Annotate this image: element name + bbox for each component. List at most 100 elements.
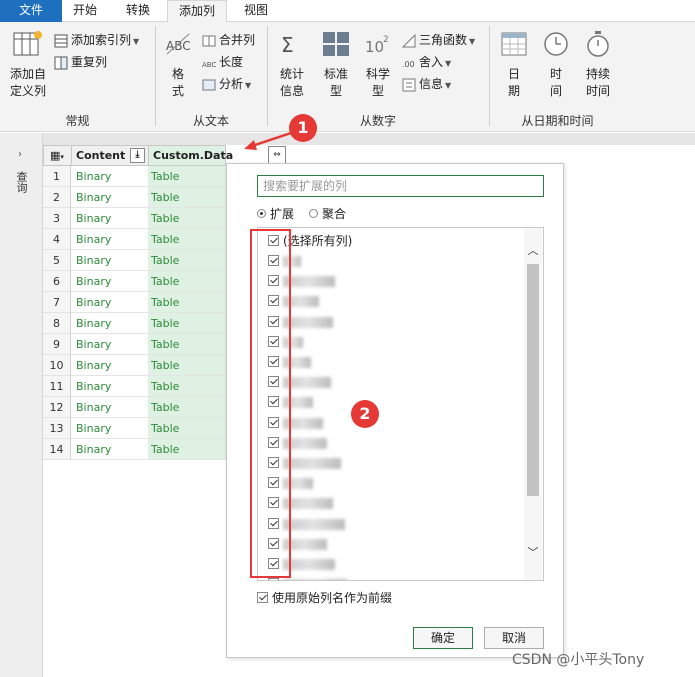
- information-button[interactable]: 信息 ▼: [402, 74, 451, 94]
- column-header-content[interactable]: Content ⤓: [71, 145, 149, 166]
- data-cell[interactable]: Table: [148, 355, 226, 376]
- add-custom-column-button[interactable]: 添加自 定义列: [6, 30, 50, 100]
- checkbox-checked-icon[interactable]: [257, 592, 268, 603]
- group-label-from-datetime: 从日期和时间: [521, 114, 594, 128]
- content-cell[interactable]: Binary: [71, 418, 148, 439]
- data-cell[interactable]: Table: [148, 376, 226, 397]
- content-cell[interactable]: Binary: [71, 397, 148, 418]
- prefix-checkbox-row[interactable]: 使用原始列名作为前缀: [257, 591, 392, 605]
- merge-columns-button[interactable]: 合并列: [202, 30, 255, 50]
- radio-selected-icon: [257, 209, 266, 218]
- parse-button[interactable]: 分析 ▼: [202, 74, 251, 94]
- tab-view[interactable]: 视图: [230, 0, 282, 22]
- table-row[interactable]: 8 Binary Table: [43, 313, 226, 334]
- trigonometry-button[interactable]: 三角函数 ▼: [401, 30, 475, 50]
- table-row[interactable]: 10 Binary Table: [43, 355, 226, 376]
- data-cell[interactable]: Table: [148, 292, 226, 313]
- statistics-button[interactable]: Σ 统计 信息: [272, 30, 312, 100]
- date-button[interactable]: 日 期: [496, 30, 532, 100]
- table-row[interactable]: 12 Binary Table: [43, 397, 226, 418]
- duplicate-column-label: 重复列: [71, 55, 108, 69]
- queries-panel[interactable]: › 查询: [0, 133, 43, 677]
- rounding-label: 舍入: [419, 55, 444, 69]
- group-separator: [489, 26, 490, 126]
- parse-icon: [202, 78, 216, 92]
- time-label: 时 间: [549, 67, 562, 98]
- column-header-label: Custom.Data: [153, 149, 234, 162]
- data-cell[interactable]: Table: [148, 187, 226, 208]
- duration-button[interactable]: 持续 时间: [578, 30, 618, 100]
- data-cell[interactable]: Table: [148, 208, 226, 229]
- table-row[interactable]: 11 Binary Table: [43, 376, 226, 397]
- scientific-button[interactable]: 10 2 科学 型: [360, 30, 396, 100]
- table-row[interactable]: 6 Binary Table: [43, 271, 226, 292]
- radio-unselected-icon: [309, 209, 318, 218]
- table-row[interactable]: 14 Binary Table: [43, 439, 226, 460]
- tab-file[interactable]: 文件: [0, 0, 62, 22]
- table-menu-button[interactable]: ▦▾: [43, 145, 72, 166]
- table-row[interactable]: 9 Binary Table: [43, 334, 226, 355]
- cancel-button[interactable]: 取消: [484, 627, 544, 649]
- data-cell[interactable]: Table: [148, 397, 226, 418]
- data-cell[interactable]: Table: [148, 250, 226, 271]
- content-cell[interactable]: Binary: [71, 229, 148, 250]
- annotation-badge-2: 2: [351, 400, 379, 428]
- aggregate-radio[interactable]: 聚合: [309, 207, 346, 221]
- content-cell[interactable]: Binary: [71, 355, 148, 376]
- data-cell[interactable]: Table: [148, 271, 226, 292]
- row-number: 6: [43, 271, 71, 292]
- content-cell[interactable]: Binary: [71, 166, 148, 187]
- table-row[interactable]: 13 Binary Table: [43, 418, 226, 439]
- length-button[interactable]: ABC 长度: [202, 52, 243, 72]
- column-header-custom-data[interactable]: Custom.Data: [148, 145, 233, 166]
- expand-chevron-icon[interactable]: ›: [18, 149, 22, 160]
- scroll-up-icon[interactable]: ︿: [524, 242, 542, 260]
- data-cell[interactable]: Table: [148, 439, 226, 460]
- time-button[interactable]: 时 间: [538, 30, 574, 100]
- standard-button[interactable]: 标准 型: [316, 30, 356, 100]
- tab-home[interactable]: 开始: [62, 0, 108, 22]
- table-row[interactable]: 7 Binary Table: [43, 292, 226, 313]
- content-cell[interactable]: Binary: [71, 334, 148, 355]
- merge-columns-label: 合并列: [219, 33, 256, 47]
- data-cell[interactable]: Table: [148, 166, 226, 187]
- content-cell[interactable]: Binary: [71, 439, 148, 460]
- merge-columns-icon: [202, 34, 216, 48]
- list-scrollbar[interactable]: ︿ ﹀: [524, 228, 542, 580]
- scrollbar-thumb[interactable]: [527, 264, 539, 496]
- checkbox-checked-icon[interactable]: [268, 578, 279, 580]
- rounding-button[interactable]: .00 舍入 ▼: [402, 52, 451, 72]
- table-row[interactable]: 2 Binary Table: [43, 187, 226, 208]
- svg-text:2: 2: [383, 35, 389, 45]
- content-cell[interactable]: Binary: [71, 208, 148, 229]
- data-cell[interactable]: Table: [148, 334, 226, 355]
- table-row[interactable]: 4 Binary Table: [43, 229, 226, 250]
- content-cell[interactable]: Binary: [71, 250, 148, 271]
- scroll-down-icon[interactable]: ﹀: [524, 544, 542, 562]
- content-cell[interactable]: Binary: [71, 292, 148, 313]
- data-cell[interactable]: Table: [148, 418, 226, 439]
- tab-transform[interactable]: 转换: [110, 0, 166, 22]
- data-cell[interactable]: Table: [148, 229, 226, 250]
- content-cell[interactable]: Binary: [71, 313, 148, 334]
- row-number: 5: [43, 250, 71, 271]
- table-row[interactable]: 3 Binary Table: [43, 208, 226, 229]
- chevron-down-icon: ▼: [445, 59, 452, 68]
- search-input[interactable]: 搜索要扩展的列: [257, 175, 544, 197]
- ok-button[interactable]: 确定: [413, 627, 473, 649]
- download-icon[interactable]: ⤓: [130, 148, 145, 163]
- add-index-column-button[interactable]: 添加索引列 ▼: [54, 30, 139, 50]
- group-label-general: 常规: [65, 114, 90, 128]
- expand-radio[interactable]: 扩展: [257, 207, 294, 221]
- tab-add-column[interactable]: 添加列: [167, 0, 227, 23]
- content-cell[interactable]: Binary: [71, 271, 148, 292]
- table-row[interactable]: 5 Binary Table: [43, 250, 226, 271]
- data-cell[interactable]: Table: [148, 313, 226, 334]
- table-row[interactable]: 1 Binary Table: [43, 166, 226, 187]
- column-list[interactable]: (选择所有列): [257, 227, 544, 581]
- format-button[interactable]: ABC 格 式: [160, 30, 196, 100]
- content-cell[interactable]: Binary: [71, 376, 148, 397]
- content-cell[interactable]: Binary: [71, 187, 148, 208]
- duplicate-column-button[interactable]: 重复列: [54, 52, 107, 72]
- row-number: 2: [43, 187, 71, 208]
